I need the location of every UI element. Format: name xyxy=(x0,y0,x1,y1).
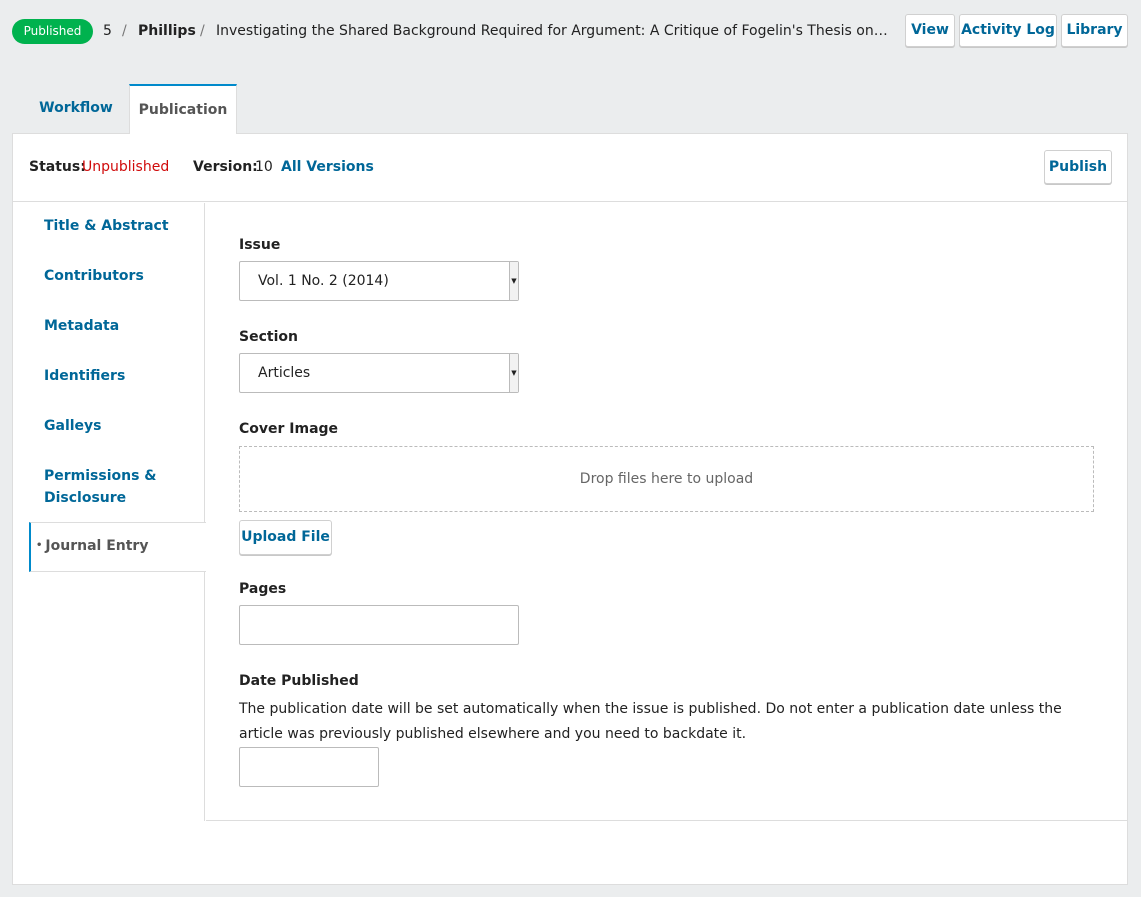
cover-image-label: Cover Image xyxy=(239,421,339,437)
sidebar-item-metadata[interactable]: Metadata xyxy=(29,303,205,353)
sidebar-item-contributors[interactable]: Contributors xyxy=(29,253,205,303)
sidebar-item-label: Journal Entry xyxy=(45,538,149,554)
pages-input[interactable] xyxy=(239,605,519,645)
tab-workflow[interactable]: Workflow xyxy=(28,84,124,134)
publish-button[interactable]: Publish xyxy=(1044,150,1112,184)
sidebar-item-journal-entry[interactable]: • Journal Entry xyxy=(29,522,206,572)
chevron-down-icon: ▼ xyxy=(509,262,518,300)
issue-label: Issue xyxy=(239,237,281,253)
submission-id: 5 xyxy=(103,23,112,39)
tab-publication[interactable]: Publication xyxy=(129,84,237,134)
status-label: Status: xyxy=(29,159,86,175)
breadcrumb-separator: / xyxy=(122,23,127,39)
submission-header: Published 5 / Phillips / Investigating t… xyxy=(0,0,1141,62)
date-published-help: The publication date will be set automat… xyxy=(239,701,1062,742)
date-published-label: Date Published xyxy=(239,673,359,689)
activity-log-button[interactable]: Activity Log xyxy=(959,14,1057,47)
submission-author: Phillips xyxy=(138,23,196,39)
version-value: 10 xyxy=(255,159,273,175)
all-versions-link[interactable]: All Versions xyxy=(281,159,374,175)
publication-panel: Status: Unpublished Version: 10 All Vers… xyxy=(12,133,1128,885)
pages-label: Pages xyxy=(239,581,287,597)
section-select-value: Articles xyxy=(258,365,311,381)
publication-status-bar: Status: Unpublished Version: 10 All Vers… xyxy=(13,134,1127,202)
journal-entry-form: Issue Vol. 1 No. 2 (2014) ▼ Section Arti… xyxy=(206,203,1128,821)
sidebar-item-identifiers[interactable]: Identifiers xyxy=(29,353,205,403)
chevron-down-icon: ▼ xyxy=(509,354,518,392)
issue-select-value: Vol. 1 No. 2 (2014) xyxy=(258,273,389,289)
version-label: Version: xyxy=(193,159,258,175)
upload-file-button[interactable]: Upload File xyxy=(239,520,332,555)
section-select[interactable]: Articles ▼ xyxy=(239,353,519,393)
issue-select[interactable]: Vol. 1 No. 2 (2014) ▼ xyxy=(239,261,519,301)
cover-image-dropzone[interactable]: Drop files here to upload xyxy=(239,446,1094,512)
publication-sidebar: Title & Abstract Contributors Metadata I… xyxy=(13,203,206,821)
published-status-badge: Published xyxy=(12,19,93,44)
sidebar-item-permissions[interactable]: Permissions & Disclosure xyxy=(29,453,179,523)
date-published-input[interactable] xyxy=(239,747,379,787)
sidebar-item-title-abstract[interactable]: Title & Abstract xyxy=(29,203,205,253)
active-marker: • xyxy=(36,540,43,551)
sidebar-item-galleys[interactable]: Galleys xyxy=(29,403,205,453)
breadcrumb-separator: / xyxy=(200,23,205,39)
library-button[interactable]: Library xyxy=(1061,14,1128,47)
view-button[interactable]: View xyxy=(905,14,955,47)
status-value: Unpublished xyxy=(82,159,170,175)
submission-title: Investigating the Shared Background Requ… xyxy=(216,23,891,39)
section-label: Section xyxy=(239,329,298,345)
